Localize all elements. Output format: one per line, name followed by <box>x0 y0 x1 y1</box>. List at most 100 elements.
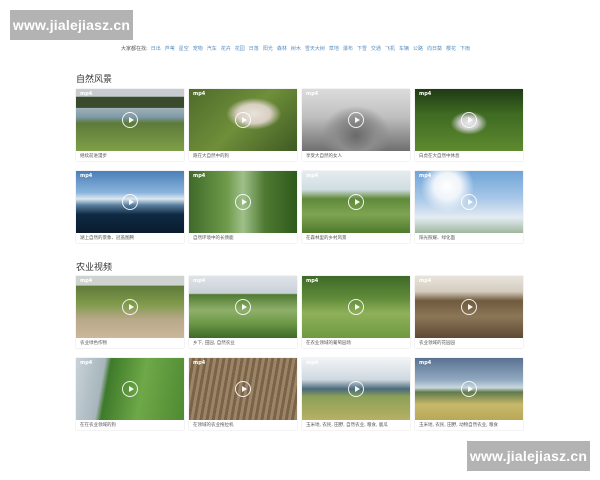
video-thumbnail[interactable]: mp4 <box>302 171 410 233</box>
format-badge: mp4 <box>419 173 432 179</box>
video-thumbnail[interactable]: mp4 <box>189 276 297 338</box>
video-card[interactable]: mp4 在森林里的乡村风景 <box>302 171 410 243</box>
video-thumbnail[interactable]: mp4 <box>302 89 410 151</box>
tag-link[interactable]: 星空 <box>179 46 189 52</box>
video-caption[interactable]: 农业绿色作物 <box>80 339 180 348</box>
video-caption[interactable]: 玉米地, 农民, 田野, 动物自然农业, 粮食 <box>419 421 519 430</box>
format-badge: mp4 <box>80 91 93 97</box>
video-card[interactable]: mp4 阳光照耀、绿化面 <box>415 171 523 243</box>
section-title-agriculture: 农业视频 <box>76 263 113 273</box>
video-card[interactable]: mp4 享受大自然的女人 <box>302 89 410 161</box>
video-card[interactable]: mp4 湖上自然的景象、冠盖图腾 <box>76 171 184 243</box>
video-thumbnail[interactable]: mp4 <box>415 276 523 338</box>
video-thumbnail[interactable]: mp4 <box>302 358 410 420</box>
format-badge: mp4 <box>80 278 93 284</box>
tag-link[interactable]: 宠物 <box>193 46 203 52</box>
video-thumbnail[interactable]: mp4 <box>76 89 184 151</box>
play-icon[interactable] <box>122 194 138 210</box>
tag-link[interactable]: 阳光 <box>263 46 273 52</box>
video-caption[interactable]: 自然环境中的长颈鹿 <box>193 234 293 243</box>
format-badge: mp4 <box>306 91 319 97</box>
watermark-top: www.jialejiasz.cn <box>10 10 133 40</box>
play-icon[interactable] <box>461 194 477 210</box>
tag-link[interactable]: 下雪 <box>357 46 367 52</box>
video-caption[interactable]: 继续前进漫步 <box>80 152 180 161</box>
tag-link[interactable]: 树木 <box>291 46 301 52</box>
play-icon[interactable] <box>122 112 138 128</box>
play-icon[interactable] <box>122 299 138 315</box>
video-thumbnail[interactable]: mp4 <box>415 171 523 233</box>
video-thumbnail[interactable]: mp4 <box>189 358 297 420</box>
video-caption[interactable]: 在领域的农业拖拉机 <box>193 421 293 430</box>
video-card[interactable]: mp4 乡下, 田园, 自然农业 <box>189 276 297 348</box>
video-card[interactable]: mp4 在农业领域的葡萄园场 <box>302 276 410 348</box>
tag-link[interactable]: 汽车 <box>207 46 217 52</box>
video-caption[interactable]: 玉米地, 农民, 田野, 自然农业, 粮食, 鹿瓜 <box>306 421 406 430</box>
video-card[interactable]: mp4 农业领域的花园园 <box>415 276 523 348</box>
play-icon[interactable] <box>122 381 138 397</box>
tag-link[interactable]: 雪天大树 <box>305 46 325 52</box>
play-icon[interactable] <box>461 112 477 128</box>
video-thumbnail[interactable]: mp4 <box>189 171 297 233</box>
play-icon[interactable] <box>348 381 364 397</box>
format-badge: mp4 <box>419 91 432 97</box>
video-card[interactable]: mp4 在领域的农业拖拉机 <box>189 358 297 430</box>
format-badge: mp4 <box>419 360 432 366</box>
format-badge: mp4 <box>193 173 206 179</box>
video-caption[interactable]: 农业领域的花园园 <box>419 339 519 348</box>
video-thumbnail[interactable]: mp4 <box>415 89 523 151</box>
video-caption[interactable]: 在农业领域的葡萄园场 <box>306 339 406 348</box>
tag-link[interactable]: 飞机 <box>385 46 395 52</box>
tag-link[interactable]: 樱花 <box>446 46 456 52</box>
play-icon[interactable] <box>461 299 477 315</box>
tag-link[interactable]: 向日葵 <box>427 46 442 52</box>
play-icon[interactable] <box>461 381 477 397</box>
video-caption[interactable]: 湖上自然的景象、冠盖图腾 <box>80 234 180 243</box>
video-caption[interactable]: 享受大自然的女人 <box>306 152 406 161</box>
tag-link[interactable]: 日出 <box>151 46 161 52</box>
format-badge: mp4 <box>306 360 319 366</box>
tag-link[interactable]: 芦苇 <box>165 46 175 52</box>
video-card[interactable]: mp4 白虎在大自然中休息 <box>415 89 523 161</box>
video-caption[interactable]: 在森林里的乡村风景 <box>306 234 406 243</box>
video-card[interactable]: mp4 在在农业领域的狗 <box>76 358 184 430</box>
play-icon[interactable] <box>348 194 364 210</box>
tag-link[interactable]: 森林 <box>277 46 287 52</box>
tag-link[interactable]: 交通 <box>371 46 381 52</box>
format-badge: mp4 <box>306 173 319 179</box>
play-icon[interactable] <box>235 112 251 128</box>
video-card[interactable]: mp4 农业绿色作物 <box>76 276 184 348</box>
video-thumbnail[interactable]: mp4 <box>76 171 184 233</box>
play-icon[interactable] <box>348 112 364 128</box>
tag-link[interactable]: 花卉 <box>221 46 231 52</box>
video-caption[interactable]: 乡下, 田园, 自然农业 <box>193 339 293 348</box>
section-title-nature: 自然风景 <box>76 75 113 85</box>
video-thumbnail[interactable]: mp4 <box>76 276 184 338</box>
video-caption[interactable]: 在在农业领域的狗 <box>80 421 180 430</box>
video-thumbnail[interactable]: mp4 <box>76 358 184 420</box>
video-thumbnail[interactable]: mp4 <box>415 358 523 420</box>
video-caption[interactable]: 白虎在大自然中休息 <box>419 152 519 161</box>
tag-link[interactable]: 日落 <box>249 46 259 52</box>
video-card[interactable]: mp4 自然环境中的长颈鹿 <box>189 171 297 243</box>
tag-link[interactable]: 车辆 <box>399 46 409 52</box>
video-caption[interactable]: 阳光照耀、绿化面 <box>419 234 519 243</box>
play-icon[interactable] <box>235 194 251 210</box>
play-icon[interactable] <box>348 299 364 315</box>
tag-link[interactable]: 公路 <box>413 46 423 52</box>
play-icon[interactable] <box>235 299 251 315</box>
format-badge: mp4 <box>419 278 432 284</box>
video-thumbnail[interactable]: mp4 <box>189 89 297 151</box>
tag-link[interactable]: 草地 <box>329 46 339 52</box>
video-thumbnail[interactable]: mp4 <box>302 276 410 338</box>
tag-link[interactable]: 瀑布 <box>343 46 353 52</box>
video-card[interactable]: mp4 玉米地, 农民, 田野, 自然农业, 粮食, 鹿瓜 <box>302 358 410 430</box>
video-card[interactable]: mp4 玉米地, 农民, 田野, 动物自然农业, 粮食 <box>415 358 523 430</box>
video-caption[interactable]: 跑在大自然中的狗 <box>193 152 293 161</box>
video-card[interactable]: mp4 跑在大自然中的狗 <box>189 89 297 161</box>
video-card[interactable]: mp4 继续前进漫步 <box>76 89 184 161</box>
tag-link[interactable]: 下雨 <box>460 46 470 52</box>
play-icon[interactable] <box>235 381 251 397</box>
popular-search-tags: 大家都在找: 日出 芦苇 星空 宠物 汽车 花卉 花园 日落 阳光 森林 树木 雪天大树 草地 瀑布 下雪 交通… <box>121 44 521 54</box>
tag-link[interactable]: 花园 <box>235 46 245 52</box>
